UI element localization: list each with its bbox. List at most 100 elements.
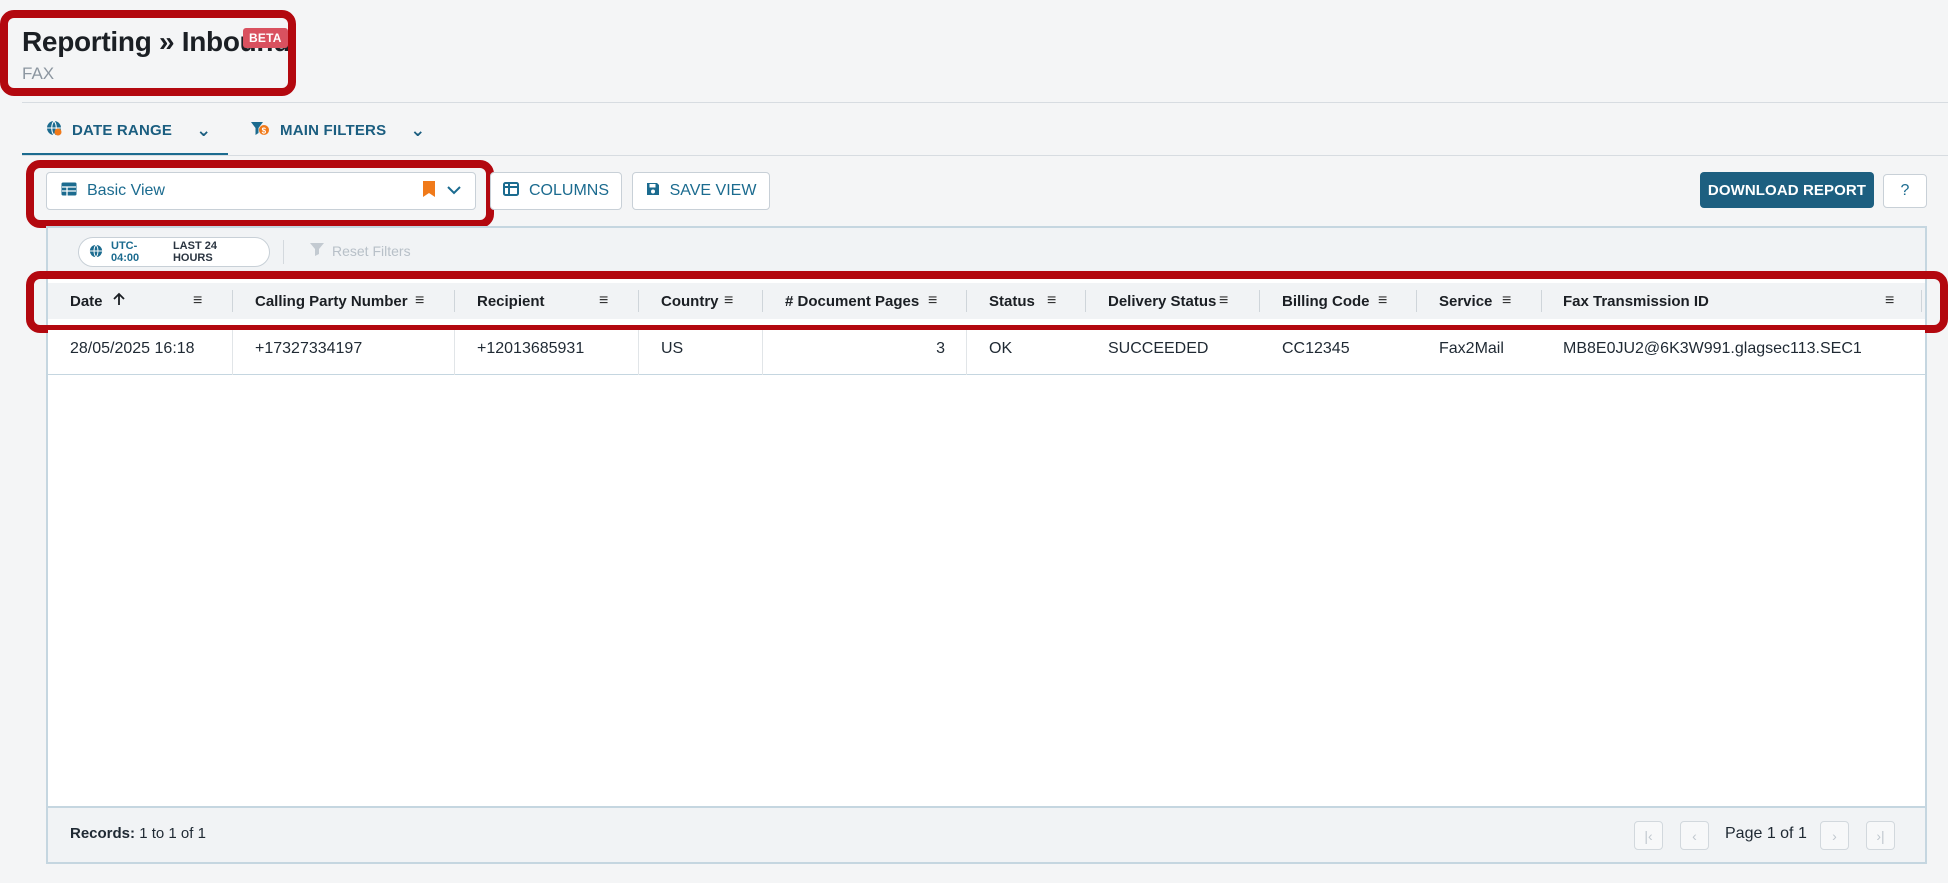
column-separator[interactable] bbox=[454, 290, 455, 312]
report-grid bbox=[46, 226, 1927, 864]
save-icon bbox=[646, 182, 660, 201]
columns-button-label: COLUMNS bbox=[528, 182, 609, 199]
tab-date-range-label: DATE RANGE bbox=[72, 121, 173, 139]
page-indicator: Page 1 of 1 bbox=[1725, 825, 1807, 842]
column-menu-icon[interactable]: ≡ bbox=[599, 292, 608, 310]
save-view-button[interactable]: SAVE VIEW bbox=[632, 172, 770, 210]
cell-date: 28/05/2025 16:18 bbox=[70, 340, 195, 357]
cell-divider bbox=[638, 330, 639, 375]
reset-filters-button[interactable]: Reset Filters bbox=[310, 242, 411, 259]
column-header-label: Country bbox=[661, 292, 719, 310]
cell-country: US bbox=[661, 340, 684, 357]
chevron-left-icon: ‹ bbox=[1692, 827, 1697, 844]
cell-fax-transmission-id: MB8E0JU2@6K3W991.glagsec113.SEC1 bbox=[1563, 340, 1862, 357]
column-menu-icon[interactable]: ≡ bbox=[1047, 292, 1056, 310]
cell-divider bbox=[762, 330, 763, 375]
column-header-label: Date bbox=[70, 292, 103, 310]
tab-main-filters[interactable]: $ MAIN FILTERS ⌄ bbox=[250, 104, 426, 156]
chevron-down-icon: ⌄ bbox=[410, 119, 426, 140]
column-separator[interactable] bbox=[1416, 290, 1417, 312]
column-separator[interactable] bbox=[638, 290, 639, 312]
bookmark-icon[interactable] bbox=[423, 180, 435, 202]
filter-divider bbox=[283, 240, 284, 264]
column-header-fax-transmission-id[interactable]: Fax Transmission ID ≡ bbox=[1563, 283, 1903, 319]
column-header-label: Delivery Status bbox=[1108, 292, 1217, 310]
column-menu-icon[interactable]: ≡ bbox=[1885, 292, 1894, 310]
tab-main-filters-label: MAIN FILTERS bbox=[280, 121, 387, 139]
globe-icon bbox=[46, 120, 62, 140]
column-header-service[interactable]: Service ≡ bbox=[1439, 283, 1539, 319]
column-separator[interactable] bbox=[1259, 290, 1260, 312]
cell-service: Fax2Mail bbox=[1439, 340, 1504, 357]
records-value: 1 to 1 of 1 bbox=[139, 825, 206, 842]
column-header-billing-code[interactable]: Billing Code ≡ bbox=[1282, 283, 1412, 319]
column-menu-icon[interactable]: ≡ bbox=[724, 292, 733, 310]
chevron-right-icon: › bbox=[1832, 827, 1837, 844]
cell-divider bbox=[966, 330, 967, 375]
previous-page-button[interactable]: ‹ bbox=[1680, 821, 1709, 850]
cell-divider bbox=[454, 330, 455, 375]
reset-filters-label: Reset Filters bbox=[332, 242, 411, 259]
save-view-button-label: SAVE VIEW bbox=[669, 182, 757, 199]
chip-range: LAST 24 HOURS bbox=[172, 240, 217, 264]
sort-ascending-icon bbox=[112, 292, 125, 310]
cell-calling-party-number: +17327334197 bbox=[255, 340, 363, 357]
cell-status: OK bbox=[989, 340, 1013, 357]
first-page-button[interactable]: |‹ bbox=[1634, 821, 1663, 850]
records-summary: Records: 1 to 1 of 1 bbox=[70, 825, 206, 842]
cell-delivery-status: SUCCEEDED bbox=[1108, 340, 1209, 357]
column-menu-icon[interactable]: ≡ bbox=[928, 292, 937, 310]
column-separator[interactable] bbox=[232, 290, 233, 312]
cell-billing-code: CC12345 bbox=[1282, 340, 1350, 357]
view-selector[interactable]: Basic View bbox=[46, 172, 476, 210]
column-separator[interactable] bbox=[1541, 290, 1542, 312]
help-button[interactable]: ? bbox=[1883, 174, 1927, 208]
column-menu-icon[interactable]: ≡ bbox=[193, 292, 202, 310]
svg-text:$: $ bbox=[262, 127, 267, 136]
first-page-icon: |‹ bbox=[1644, 827, 1653, 844]
column-header-country[interactable]: Country ≡ bbox=[661, 283, 761, 319]
column-menu-icon[interactable]: ≡ bbox=[1378, 292, 1387, 310]
column-header-calling-party-number[interactable]: Calling Party Number ≡ bbox=[255, 283, 455, 319]
column-header-date[interactable]: Date ≡ bbox=[70, 283, 210, 319]
column-header-label: # Document Pages bbox=[785, 292, 920, 310]
date-range-chip[interactable]: UTC-04:00 LAST 24 HOURS bbox=[78, 237, 270, 267]
column-header-label: Service bbox=[1439, 292, 1493, 310]
last-page-button[interactable]: ›| bbox=[1866, 821, 1895, 850]
globe-icon bbox=[89, 244, 103, 261]
column-header-document-pages[interactable]: # Document Pages ≡ bbox=[785, 283, 965, 319]
chevron-down-icon: ⌄ bbox=[196, 119, 212, 140]
column-menu-icon[interactable]: ≡ bbox=[1502, 292, 1511, 310]
header-divider bbox=[22, 102, 1948, 103]
columns-button[interactable]: COLUMNS bbox=[490, 172, 622, 210]
cell-divider bbox=[232, 330, 233, 375]
page-subtitle: FAX bbox=[22, 64, 55, 83]
chevron-down-icon[interactable] bbox=[447, 182, 461, 200]
download-report-button[interactable]: DOWNLOAD REPORT bbox=[1700, 172, 1874, 208]
column-header-label: Billing Code bbox=[1282, 292, 1370, 310]
column-menu-icon[interactable]: ≡ bbox=[1219, 292, 1228, 310]
tab-date-range[interactable]: DATE RANGE ⌄ bbox=[46, 104, 211, 156]
column-menu-icon[interactable]: ≡ bbox=[415, 292, 424, 310]
column-header-label: Calling Party Number bbox=[255, 292, 408, 310]
filter-icon bbox=[310, 242, 324, 259]
column-separator[interactable] bbox=[966, 290, 967, 312]
column-header-recipient[interactable]: Recipient ≡ bbox=[477, 283, 637, 319]
column-header-label: Status bbox=[989, 292, 1035, 310]
column-header-label: Recipient bbox=[477, 292, 545, 310]
next-page-button[interactable]: › bbox=[1820, 821, 1849, 850]
tabs-divider bbox=[22, 155, 1948, 156]
column-header-delivery-status[interactable]: Delivery Status ≡ bbox=[1108, 283, 1258, 319]
last-page-icon: ›| bbox=[1876, 827, 1885, 844]
table-icon bbox=[61, 182, 77, 201]
cell-document-pages: 3 bbox=[936, 340, 945, 357]
column-separator[interactable] bbox=[1085, 290, 1086, 312]
beta-badge: BETA bbox=[243, 28, 288, 48]
columns-icon bbox=[502, 181, 519, 201]
records-label: Records: bbox=[70, 825, 136, 842]
column-header-status[interactable]: Status ≡ bbox=[989, 283, 1089, 319]
column-separator[interactable] bbox=[1921, 290, 1922, 312]
column-separator[interactable] bbox=[762, 290, 763, 312]
column-header-label: Fax Transmission ID bbox=[1563, 292, 1709, 310]
cell-recipient: +12013685931 bbox=[477, 340, 585, 357]
